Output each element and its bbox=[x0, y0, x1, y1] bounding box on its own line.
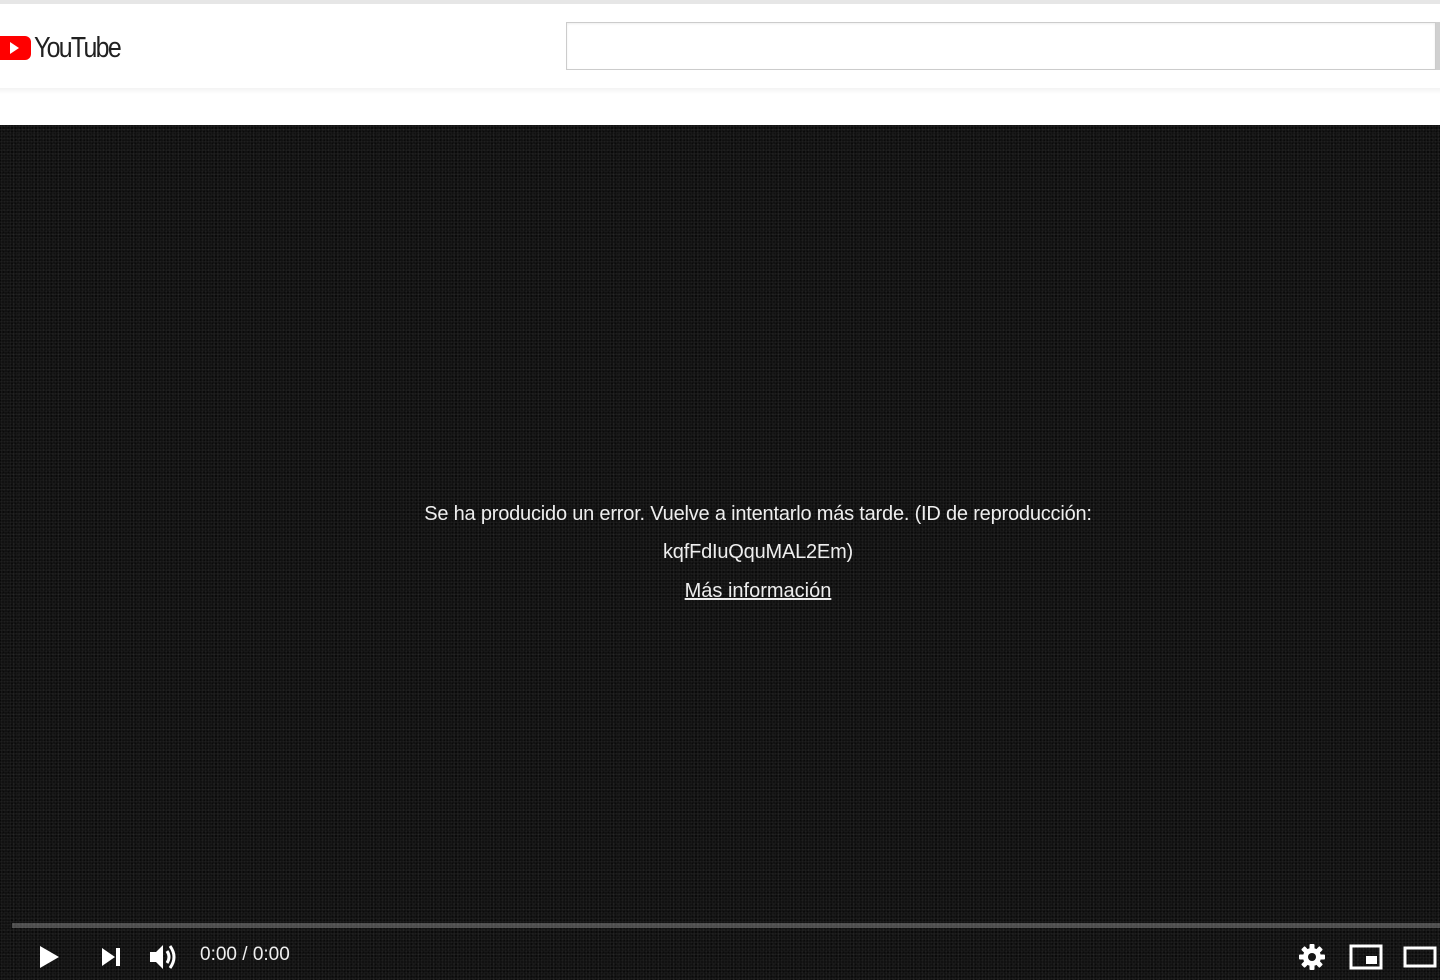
time-separator: / bbox=[242, 944, 248, 965]
volume-icon bbox=[150, 945, 176, 969]
masthead-divider bbox=[0, 88, 1440, 94]
error-text-line-1: Se ha producido un error. Vuelve a inten… bbox=[424, 503, 1092, 525]
miniplayer-button[interactable] bbox=[1348, 939, 1384, 975]
play-icon bbox=[40, 946, 59, 968]
search-input[interactable] bbox=[566, 22, 1436, 70]
player-controls: 0:00 / 0:00 bbox=[0, 931, 1440, 980]
next-button[interactable] bbox=[93, 939, 129, 975]
duration: 0:00 bbox=[252, 944, 290, 965]
time-display: 0:00 / 0:00 bbox=[200, 943, 290, 967]
theater-mode-button[interactable] bbox=[1402, 939, 1438, 975]
video-player[interactable]: Se ha producido un error. Vuelve a inten… bbox=[0, 125, 1440, 980]
progress-bar[interactable] bbox=[12, 923, 1440, 928]
logo-text: YouTube bbox=[34, 31, 122, 64]
error-message: Se ha producido un error. Vuelve a inten… bbox=[0, 495, 1440, 615]
masthead: YouTube bbox=[0, 4, 1440, 88]
theater-icon bbox=[1403, 946, 1437, 968]
settings-button[interactable] bbox=[1294, 939, 1330, 975]
more-info-link[interactable]: Más información bbox=[685, 571, 832, 611]
current-time: 0:00 bbox=[200, 944, 237, 965]
settings-icon bbox=[1299, 944, 1325, 970]
youtube-play-logo-icon bbox=[0, 36, 31, 60]
play-button[interactable] bbox=[31, 939, 67, 975]
youtube-logo[interactable]: YouTube bbox=[0, 32, 134, 64]
error-text-line-2: kqfFdIuQquMAL2Em) bbox=[662, 541, 853, 563]
search-button-edge[interactable] bbox=[1436, 22, 1440, 70]
volume-button[interactable] bbox=[146, 939, 182, 975]
next-icon bbox=[102, 948, 120, 966]
miniplayer-icon bbox=[1349, 944, 1383, 970]
